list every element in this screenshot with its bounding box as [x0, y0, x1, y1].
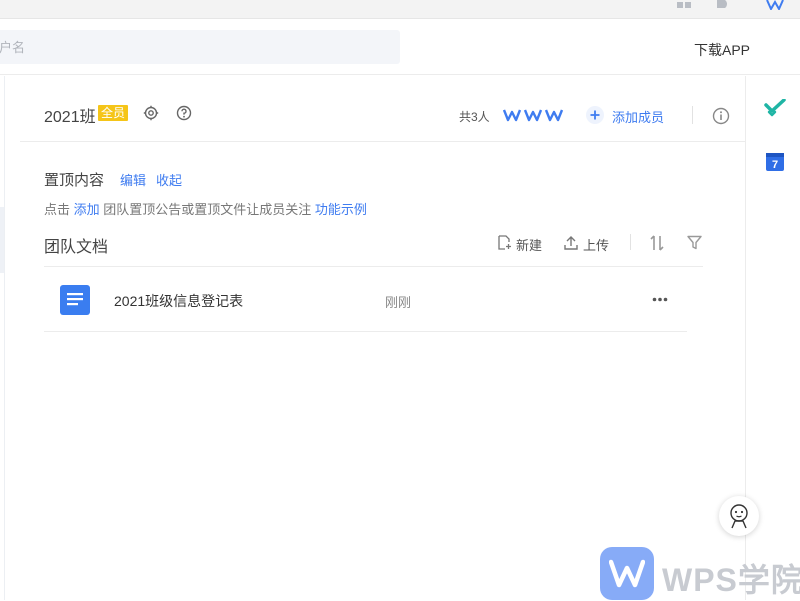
upload-button[interactable]: 上传: [583, 235, 609, 254]
team-name: 2021班: [44, 109, 96, 126]
filter-icon[interactable]: [687, 235, 702, 250]
plus-icon: [586, 106, 604, 124]
section-divider: [20, 141, 745, 142]
top-bar: [0, 0, 800, 19]
calendar-day: 7: [772, 159, 778, 171]
doc-list-item[interactable]: 2021班级信息登记表 刚刚: [44, 267, 687, 332]
member-count: 共3人: [459, 110, 490, 124]
edit-pinned-link[interactable]: 编辑: [120, 170, 146, 189]
new-file-icon[interactable]: [498, 235, 512, 250]
sort-icon[interactable]: [650, 235, 664, 251]
wps-watermark-icon: [609, 559, 645, 588]
help-icon[interactable]: [176, 105, 192, 121]
doc-name[interactable]: 2021班级信息登记表: [114, 291, 243, 311]
pinned-description: 点击 添加 团队置顶公告或置顶文件让成员关注 功能示例: [44, 199, 367, 218]
toolbar-divider: [630, 234, 631, 250]
team-docs-title: 团队文档: [44, 239, 109, 256]
document-icon[interactable]: [715, 0, 731, 10]
wps-academy-watermark: WPS学院: [662, 562, 800, 598]
wps-academy-logo: [600, 547, 654, 600]
doc-modified-time: 刚刚: [385, 295, 412, 310]
pinned-desc-prefix: 点击: [44, 202, 71, 217]
pinned-content-title: 置顶内容: [44, 172, 105, 189]
gear-icon[interactable]: [143, 105, 159, 121]
collapse-pinned-link[interactable]: 收起: [156, 170, 182, 189]
info-icon[interactable]: [712, 107, 730, 125]
more-icon[interactable]: [652, 297, 668, 302]
search-input[interactable]: [0, 30, 400, 64]
grid-icon[interactable]: [676, 0, 692, 10]
selected-item-marker: [0, 207, 4, 273]
header-divider: [692, 106, 693, 124]
wps-logo-icon[interactable]: [766, 0, 784, 10]
document-file-icon: [60, 285, 90, 315]
pinned-desc-middle: 团队置顶公告或置顶文件让成员关注: [103, 202, 312, 217]
add-member-label: 添加成员: [612, 110, 665, 125]
member-avatars-icon[interactable]: [503, 108, 565, 122]
upload-icon[interactable]: [564, 235, 578, 250]
left-panel-edge: [0, 76, 5, 600]
assistant-avatar-icon: [730, 504, 748, 529]
download-app-link[interactable]: 下载APP: [694, 40, 750, 60]
calendar-icon[interactable]: 7: [766, 153, 784, 171]
header: 下载APP: [0, 19, 800, 75]
check-icon[interactable]: [764, 99, 786, 117]
feature-example-link[interactable]: 功能示例: [315, 202, 367, 217]
new-button[interactable]: 新建: [516, 235, 542, 254]
search-box[interactable]: [0, 30, 400, 64]
all-members-badge: 全员: [98, 105, 129, 121]
assistant-button[interactable]: [719, 496, 759, 536]
add-pinned-link[interactable]: 添加: [74, 202, 100, 217]
